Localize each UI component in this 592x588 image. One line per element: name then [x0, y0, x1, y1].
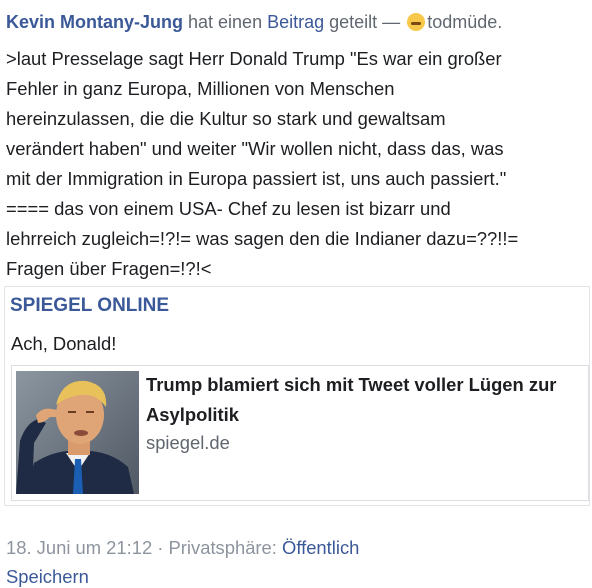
header-verb-1: hat einen [183, 12, 268, 32]
man-pointing-photo-icon [16, 371, 139, 494]
post-link[interactable]: Beitrag [267, 12, 324, 32]
article-title-line[interactable]: Trump blamiert sich mit Tweet voller Lüg… [146, 370, 584, 400]
link-preview-card[interactable]: Trump blamiert sich mit Tweet voller Lüg… [11, 365, 589, 501]
article-domain: spiegel.de [146, 432, 230, 453]
post-body-line: Fehler in ganz Europa, Millionen von Men… [6, 78, 395, 99]
shared-page-name[interactable]: SPIEGEL ONLINE [10, 295, 169, 317]
author-name[interactable]: Kevin Montany-Jung [6, 12, 183, 32]
post-meta: 18. Juni um 21:12 · Privatsphäre: Öffent… [6, 537, 359, 559]
post-body-line: lehrreich zugleich=!?!= was sagen den di… [6, 228, 519, 249]
save-link[interactable]: Speichern [6, 566, 89, 588]
post-body-line: hereinzulassen, die die Kultur so stark … [6, 108, 446, 129]
sleepy-face-icon [407, 13, 426, 31]
shared-post-text: Ach, Donald! [11, 333, 117, 354]
privacy-setting-link[interactable]: Öffentlich [282, 537, 359, 558]
post-body-line: >laut Presselage sagt Herr Donald Trump … [6, 48, 502, 69]
post-body: >laut Presselage sagt Herr Donald Trump … [6, 44, 584, 284]
post-body-line: Fragen über Fragen=!?!< [6, 258, 212, 279]
article-thumbnail[interactable] [16, 371, 139, 494]
feeling-text: todmüde. [427, 12, 503, 32]
post-body-line: mit der Immigration in Europa passiert i… [6, 168, 507, 189]
post-header: Kevin Montany-Jung hat einen Beitrag get… [6, 10, 586, 34]
post-timestamp: 18. Juni um 21:12 · Privatsphäre: [6, 537, 283, 558]
post-body-line: ==== das von einem USA- Chef zu lesen is… [6, 198, 451, 219]
header-verb-2: geteilt — [324, 12, 406, 32]
link-info[interactable]: Trump blamiert sich mit Tweet voller Lüg… [146, 370, 584, 456]
shared-post-card[interactable]: SPIEGEL ONLINE Ach, Donald! Trump blamie… [4, 286, 590, 506]
feed-post: Kevin Montany-Jung hat einen Beitrag get… [0, 0, 592, 587]
post-body-line: verändert haben" und weiter "Wir wollen … [6, 138, 504, 159]
article-title-line[interactable]: Asylpolitik [146, 400, 584, 430]
